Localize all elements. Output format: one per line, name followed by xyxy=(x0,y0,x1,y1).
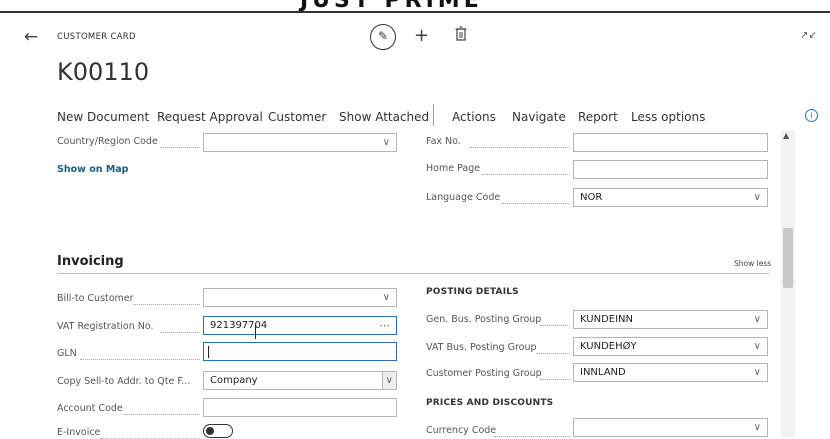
delete-trash-icon[interactable] xyxy=(454,26,468,44)
invoicing-section-title[interactable]: Invoicing xyxy=(57,254,124,269)
leader-dots xyxy=(80,358,200,360)
vat-bus-posting-group-label: VAT Bus. Posting Group xyxy=(426,342,537,353)
account-code-label: Account Code xyxy=(57,403,123,414)
currency-code-select[interactable]: ∨ xyxy=(573,418,768,437)
scroll-up-icon[interactable]: ▲ xyxy=(783,131,789,140)
fax-no-input[interactable] xyxy=(573,133,768,152)
chevron-down-icon: ∨ xyxy=(382,292,390,303)
prices-discounts-heading: PRICES AND DISCOUNTS xyxy=(426,398,554,408)
text-cursor xyxy=(255,325,256,339)
chevron-down-icon: ∨ xyxy=(753,314,761,325)
country-region-code-label: Country/Region Code xyxy=(57,136,158,147)
top-banner: JUST PRIME xyxy=(0,0,830,13)
copy-sell-to-select[interactable]: Company ∨ xyxy=(203,371,397,390)
action-show-attached[interactable]: Show Attached xyxy=(339,110,429,124)
leader-dots xyxy=(470,146,570,148)
e-invoice-label: E-Invoice xyxy=(57,427,101,438)
country-region-code-select[interactable]: ∨ xyxy=(203,133,397,152)
leader-dots xyxy=(502,202,570,204)
banner-rule xyxy=(0,11,830,13)
action-actions[interactable]: Actions xyxy=(452,110,496,124)
show-on-map-link[interactable]: Show on Map xyxy=(57,164,128,175)
bill-to-customer-select[interactable]: ∨ xyxy=(203,288,397,307)
language-code-value: NOR xyxy=(580,192,603,203)
edit-pencil-icon[interactable]: ✎ xyxy=(370,24,396,50)
customer-posting-group-value: INNLAND xyxy=(580,367,626,378)
leader-dots xyxy=(124,413,200,415)
gen-bus-posting-group-value: KUNDEINN xyxy=(580,314,634,325)
action-bar-separator xyxy=(433,104,434,126)
page-caption: CUSTOMER CARD xyxy=(57,32,136,42)
info-icon[interactable]: i xyxy=(805,109,818,122)
leader-dots xyxy=(160,331,200,333)
vat-registration-no-value: 921397704 xyxy=(210,320,268,331)
action-navigate[interactable]: Navigate xyxy=(512,110,566,124)
leader-dots xyxy=(540,378,570,380)
posting-details-heading: POSTING DETAILS xyxy=(426,287,519,297)
home-page-input[interactable] xyxy=(573,160,768,179)
e-invoice-toggle[interactable] xyxy=(203,424,233,438)
vat-registration-no-input[interactable]: 921397704 ⋯ xyxy=(203,316,397,335)
customer-posting-group-select[interactable]: INNLAND ∨ xyxy=(573,363,768,382)
leader-dots xyxy=(133,303,200,305)
section-divider xyxy=(57,273,769,274)
home-page-label: Home Page xyxy=(426,163,481,174)
leader-dots xyxy=(482,173,570,175)
add-plus-icon[interactable]: + xyxy=(414,24,429,48)
action-less-options[interactable]: Less options xyxy=(631,110,705,124)
chevron-down-icon: ∨ xyxy=(381,372,396,389)
chevron-down-icon: ∨ xyxy=(753,192,761,203)
account-code-input[interactable] xyxy=(203,398,397,417)
action-customer[interactable]: Customer xyxy=(268,110,326,124)
bill-to-customer-label: Bill-to Customer xyxy=(57,293,134,304)
chevron-down-icon: ∨ xyxy=(382,137,390,148)
input-caret xyxy=(208,346,209,358)
page-title: K00110 xyxy=(57,58,150,86)
collapse-icon[interactable]: ↗↙ xyxy=(800,30,817,41)
chevron-down-icon: ∨ xyxy=(753,422,761,433)
vat-registration-no-label: VAT Registration No. xyxy=(57,321,154,332)
language-code-select[interactable]: NOR ∨ xyxy=(573,188,768,207)
more-ellipsis-icon[interactable]: ⋯ xyxy=(379,317,390,334)
action-new-document[interactable]: New Document xyxy=(57,110,149,124)
gln-input[interactable] xyxy=(203,342,397,361)
gen-bus-posting-group-label: Gen. Bus. Posting Group xyxy=(426,314,542,325)
chevron-down-icon: ∨ xyxy=(753,367,761,378)
leader-dots xyxy=(160,146,200,148)
scrollbar-thumb[interactable] xyxy=(783,228,793,288)
gen-bus-posting-group-select[interactable]: KUNDEINN ∨ xyxy=(573,310,768,329)
show-less-link[interactable]: Show less xyxy=(734,259,771,268)
customer-posting-group-label: Customer Posting Group xyxy=(426,368,542,379)
gln-label: GLN xyxy=(57,348,77,359)
chevron-down-icon: ∨ xyxy=(753,341,761,352)
action-report[interactable]: Report xyxy=(578,110,618,124)
language-code-label: Language Code xyxy=(426,192,501,203)
copy-sell-to-label: Copy Sell-to Addr. to Qte F... xyxy=(57,376,191,387)
leader-dots xyxy=(540,324,570,326)
toggle-knob xyxy=(206,427,214,435)
back-arrow-icon[interactable]: ← xyxy=(20,26,42,48)
vat-bus-posting-group-select[interactable]: KUNDEHØY ∨ xyxy=(573,337,768,356)
currency-code-label: Currency Code xyxy=(426,425,497,436)
fax-no-label: Fax No. xyxy=(426,136,461,147)
action-request-approval[interactable]: Request Approval xyxy=(157,110,263,124)
copy-sell-to-value: Company xyxy=(210,375,258,386)
leader-dots xyxy=(536,352,570,354)
vat-bus-posting-group-value: KUNDEHØY xyxy=(580,341,637,352)
